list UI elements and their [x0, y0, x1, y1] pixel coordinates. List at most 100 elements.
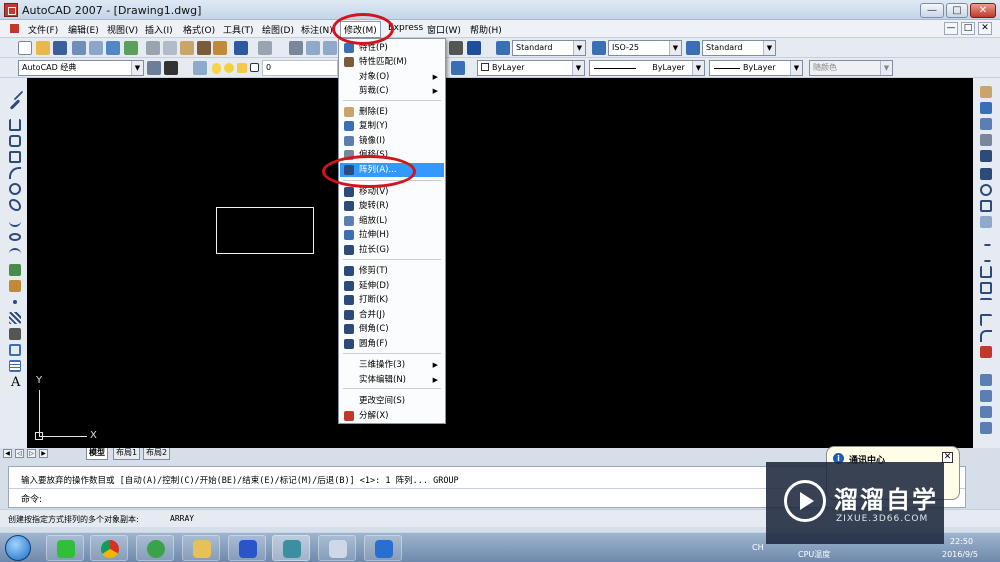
trim-tool-icon[interactable] — [980, 234, 992, 246]
fillet-tool-icon[interactable] — [980, 330, 992, 342]
break-at-point-icon[interactable] — [980, 266, 992, 278]
table-style-icon[interactable] — [686, 41, 700, 55]
first-tab-icon[interactable]: ◀ — [3, 449, 12, 458]
ellipse-icon[interactable] — [9, 233, 21, 241]
new-icon[interactable] — [18, 41, 32, 55]
cut-icon[interactable] — [146, 41, 160, 55]
match-prop-icon[interactable] — [197, 41, 211, 55]
spline-icon[interactable] — [9, 215, 21, 227]
menu-item-1[interactable]: 特性匹配(M) — [340, 55, 444, 69]
extend-tool-icon[interactable] — [980, 250, 992, 262]
close-button[interactable]: ✕ — [970, 3, 996, 18]
doc-minimize-button[interactable]: — — [944, 22, 958, 35]
taskbar-wechat[interactable] — [46, 535, 84, 561]
menu-item-3[interactable]: 剪裁(C) ▶ — [340, 84, 444, 98]
explode-tool-icon[interactable] — [980, 346, 992, 358]
last-tab-icon[interactable]: ▶ — [39, 449, 48, 458]
drawing-canvas[interactable]: Y X — [27, 78, 973, 448]
plot-icon[interactable] — [72, 41, 86, 55]
menu-file[interactable]: 文件(F) — [28, 23, 58, 36]
join-tool-icon[interactable] — [980, 298, 992, 310]
menu-item-18[interactable]: 倒角(C) — [340, 322, 444, 336]
menu-item-23[interactable]: 分解(X) — [340, 409, 444, 423]
tab-layout2[interactable]: 布局2 — [143, 448, 171, 460]
layer-manager-icon[interactable] — [193, 61, 207, 75]
layer-previous-icon[interactable] — [451, 61, 465, 75]
menu-dimension[interactable]: 标注(N) — [301, 23, 333, 36]
calculator-icon[interactable] — [449, 41, 463, 55]
undo-icon[interactable] — [234, 41, 248, 55]
document-icon[interactable] — [10, 24, 19, 33]
publish-icon[interactable] — [106, 41, 120, 55]
region-icon[interactable] — [9, 344, 21, 356]
workspace-select[interactable]: AutoCAD 经典 ▼ — [18, 60, 144, 76]
menu-item-21[interactable]: 实体编辑(N) ▶ — [340, 373, 444, 387]
menu-item-5[interactable]: 复制(Y) — [340, 119, 444, 133]
erase-tool-icon[interactable] — [980, 86, 992, 98]
prev-tab-icon[interactable]: ◁ — [15, 449, 24, 458]
clock-date[interactable]: 2016/9/5 — [942, 550, 978, 559]
scale-tool-icon[interactable] — [980, 200, 992, 212]
doc-close-button[interactable]: ✕ — [978, 22, 992, 35]
lock-icon[interactable] — [237, 63, 247, 73]
taskbar-game[interactable] — [364, 535, 402, 561]
workspace-settings-icon[interactable] — [147, 61, 161, 75]
dim-style-select[interactable]: ISO-25 ▼ — [608, 40, 682, 56]
draworder-under-icon[interactable] — [980, 422, 992, 434]
copy-clip-icon[interactable] — [163, 41, 177, 55]
linetype-select[interactable]: ByLayer ▼ — [589, 60, 705, 76]
zoom-window-icon[interactable] — [323, 41, 337, 55]
block-editor-icon[interactable] — [213, 41, 227, 55]
lightbulb-icon[interactable] — [212, 63, 221, 74]
table-icon[interactable] — [9, 360, 21, 372]
taskbar-baidu[interactable] — [228, 535, 266, 561]
menu-item-22[interactable]: 更改空间(S) — [340, 394, 444, 408]
offset-tool-icon[interactable] — [980, 134, 992, 146]
menu-window[interactable]: 窗口(W) — [427, 23, 461, 36]
chamfer-tool-icon[interactable] — [980, 314, 992, 326]
lineweight-select[interactable]: ByLayer ▼ — [709, 60, 803, 76]
minimize-button[interactable]: — — [920, 3, 944, 18]
clock-time[interactable]: 22:50 — [950, 537, 973, 546]
point-icon[interactable] — [13, 300, 17, 304]
color-select[interactable]: ByLayer ▼ — [477, 60, 585, 76]
dim-style-icon[interactable] — [592, 41, 606, 55]
rectangle-object[interactable] — [216, 207, 314, 254]
menu-item-12[interactable]: 拉伸(H) — [340, 228, 444, 242]
table-style-select[interactable]: Standard ▼ — [702, 40, 776, 56]
draworder-above-icon[interactable] — [980, 406, 992, 418]
save-icon[interactable] — [53, 41, 67, 55]
draworder-front-icon[interactable] — [980, 374, 992, 386]
menu-item-17[interactable]: 合并(J) — [340, 308, 444, 322]
break-tool-icon[interactable] — [980, 282, 992, 294]
menu-item-15[interactable]: 延伸(D) — [340, 279, 444, 293]
make-block-icon[interactable] — [9, 280, 21, 292]
menu-item-16[interactable]: 打断(K) — [340, 293, 444, 307]
text-style-icon[interactable] — [496, 41, 510, 55]
next-tab-icon[interactable]: ▷ — [27, 449, 36, 458]
mirror-tool-icon[interactable] — [980, 118, 992, 130]
sun-icon[interactable] — [224, 63, 234, 73]
menu-edit[interactable]: 编辑(E) — [68, 23, 99, 36]
menu-view[interactable]: 视图(V) — [107, 23, 138, 36]
redo-icon[interactable] — [258, 41, 272, 55]
array-tool-icon[interactable] — [980, 150, 992, 162]
stretch-tool-icon[interactable] — [980, 216, 992, 228]
circle-icon[interactable] — [9, 183, 21, 195]
copy-tool-icon[interactable] — [980, 102, 992, 114]
menu-item-2[interactable]: 对象(O) ▶ — [340, 70, 444, 84]
menu-item-19[interactable]: 圆角(F) — [340, 337, 444, 351]
polygon-icon[interactable] — [9, 135, 21, 147]
taskbar-ie[interactable] — [136, 535, 174, 561]
taskbar-autocad[interactable] — [272, 535, 310, 561]
taskbar-paint[interactable] — [318, 535, 356, 561]
menu-tools[interactable]: 工具(T) — [223, 23, 254, 36]
line-icon[interactable] — [6, 83, 24, 101]
menu-item-13[interactable]: 拉长(G) — [340, 243, 444, 257]
paste-icon[interactable] — [180, 41, 194, 55]
arc-icon[interactable] — [9, 167, 21, 179]
autocad-app-icon[interactable] — [4, 3, 18, 17]
workspace-save-icon[interactable] — [164, 61, 178, 75]
mtext-icon[interactable]: A — [11, 375, 20, 390]
rectangle-icon[interactable] — [9, 151, 21, 163]
